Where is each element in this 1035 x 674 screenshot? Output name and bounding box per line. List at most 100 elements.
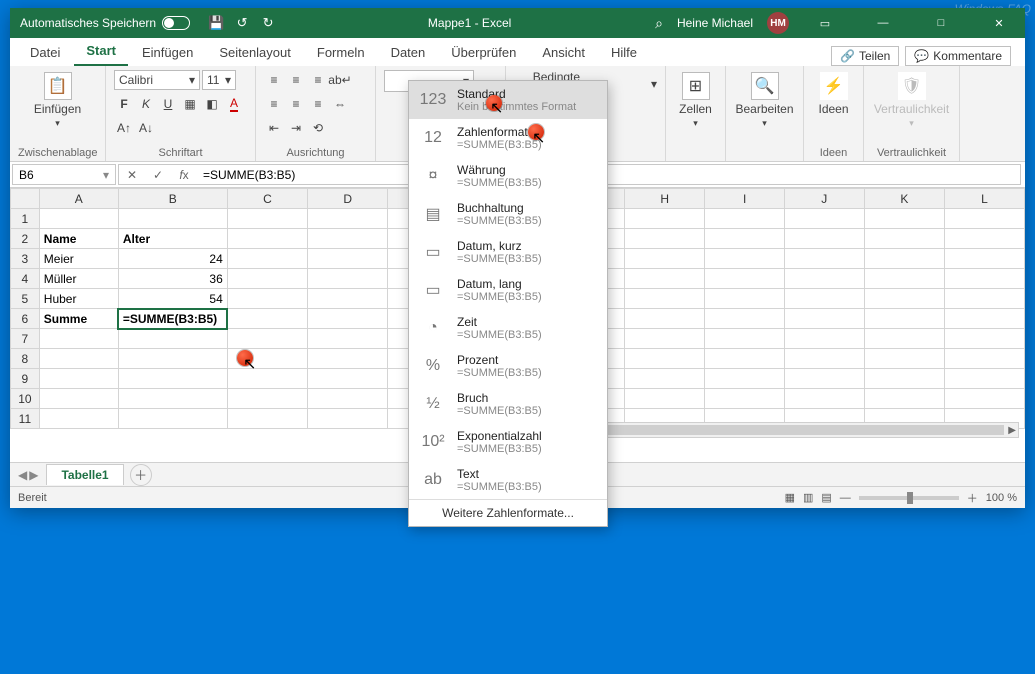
- autosave-toggle[interactable]: Automatisches Speichern: [10, 16, 200, 30]
- column-header[interactable]: K: [864, 189, 944, 209]
- zoom-in-button[interactable]: ＋: [967, 490, 978, 506]
- column-header[interactable]: L: [944, 189, 1024, 209]
- underline-button[interactable]: U: [158, 94, 178, 114]
- cell[interactable]: [625, 249, 705, 269]
- number-format-option[interactable]: ▭ Datum, kurz =SUMME(B3:B5): [409, 233, 607, 271]
- cell[interactable]: [864, 209, 944, 229]
- scroll-right-icon[interactable]: ▶: [1008, 425, 1016, 436]
- cell[interactable]: [118, 389, 227, 409]
- fill-color-button[interactable]: ◧: [202, 94, 222, 114]
- cell[interactable]: [308, 389, 388, 409]
- tab-view[interactable]: Ansicht: [530, 40, 597, 66]
- sheet-nav-next-icon[interactable]: ▶: [29, 468, 38, 482]
- border-button[interactable]: ▦: [180, 94, 200, 114]
- tab-formulas[interactable]: Formeln: [305, 40, 377, 66]
- increase-font-button[interactable]: A↑: [114, 118, 134, 138]
- cell[interactable]: [227, 409, 307, 429]
- cell[interactable]: [308, 289, 388, 309]
- cell[interactable]: Summe: [39, 309, 118, 329]
- cell[interactable]: [308, 209, 388, 229]
- cell[interactable]: [705, 229, 784, 249]
- bold-button[interactable]: F: [114, 94, 134, 114]
- cell[interactable]: [784, 289, 864, 309]
- align-center-button[interactable]: ≡: [286, 94, 306, 114]
- cell[interactable]: [784, 309, 864, 329]
- cell[interactable]: [118, 409, 227, 429]
- cell[interactable]: [864, 229, 944, 249]
- cell[interactable]: [864, 369, 944, 389]
- cell[interactable]: [944, 309, 1024, 329]
- cell[interactable]: [784, 329, 864, 349]
- editing-button[interactable]: 🔍 Bearbeiten▾: [734, 70, 795, 131]
- number-format-option[interactable]: % Prozent =SUMME(B3:B5): [409, 347, 607, 385]
- cell[interactable]: [705, 329, 784, 349]
- tab-file[interactable]: Datei: [18, 40, 72, 66]
- merge-button[interactable]: ⇔: [330, 94, 350, 114]
- number-format-option[interactable]: ¤ Währung =SUMME(B3:B5): [409, 157, 607, 195]
- redo-icon[interactable]: ↻: [260, 15, 276, 31]
- cell[interactable]: [944, 349, 1024, 369]
- close-button[interactable]: ✕: [977, 8, 1021, 38]
- cell[interactable]: [625, 289, 705, 309]
- column-header[interactable]: C: [227, 189, 307, 209]
- cell[interactable]: [864, 389, 944, 409]
- cell[interactable]: [864, 289, 944, 309]
- cell[interactable]: [864, 249, 944, 269]
- row-header[interactable]: 9: [11, 369, 40, 389]
- page-layout-view-icon[interactable]: ▥: [803, 491, 813, 504]
- comments-button[interactable]: 💬Kommentare: [905, 46, 1011, 66]
- cell[interactable]: 54: [118, 289, 227, 309]
- cell[interactable]: [39, 369, 118, 389]
- cells-button[interactable]: ⊞ Zellen▾: [674, 70, 717, 131]
- cell[interactable]: [39, 329, 118, 349]
- cell[interactable]: [308, 369, 388, 389]
- add-sheet-button[interactable]: ＋: [130, 464, 152, 486]
- cell[interactable]: [625, 369, 705, 389]
- cell[interactable]: [784, 369, 864, 389]
- cell[interactable]: [705, 309, 784, 329]
- tab-insert[interactable]: Einfügen: [130, 40, 205, 66]
- cell[interactable]: [308, 269, 388, 289]
- sheet-nav-prev-icon[interactable]: ◀: [18, 468, 27, 482]
- zoom-slider[interactable]: [859, 496, 959, 500]
- column-header[interactable]: J: [784, 189, 864, 209]
- row-header[interactable]: 2: [11, 229, 40, 249]
- ribbon-display-icon[interactable]: ▭: [803, 8, 847, 38]
- cell[interactable]: [864, 309, 944, 329]
- cell[interactable]: [705, 389, 784, 409]
- cell[interactable]: Alter: [118, 229, 227, 249]
- number-format-option[interactable]: 12 Zahlenformat =SUMME(B3:B5): [409, 119, 607, 157]
- sheet-tab[interactable]: Tabelle1: [46, 464, 123, 485]
- align-bottom-button[interactable]: ≡: [308, 70, 328, 90]
- cell[interactable]: [39, 209, 118, 229]
- cell[interactable]: 36: [118, 269, 227, 289]
- cell[interactable]: [625, 209, 705, 229]
- orientation-button[interactable]: ⟲: [308, 118, 328, 138]
- cell[interactable]: [227, 249, 307, 269]
- cell[interactable]: [625, 389, 705, 409]
- indent-decrease-button[interactable]: ⇤: [264, 118, 284, 138]
- cell[interactable]: [864, 269, 944, 289]
- cell[interactable]: [784, 389, 864, 409]
- minimize-button[interactable]: —: [861, 8, 905, 38]
- cell[interactable]: [944, 289, 1024, 309]
- cell[interactable]: [227, 269, 307, 289]
- cell[interactable]: [625, 349, 705, 369]
- share-button[interactable]: 🔗Teilen: [831, 46, 899, 66]
- formula-input[interactable]: =SUMME(B3:B5): [197, 168, 1020, 182]
- cell[interactable]: [227, 289, 307, 309]
- number-format-option[interactable]: 123 Standard Kein bestimmtes Format: [409, 81, 607, 119]
- cell[interactable]: [625, 269, 705, 289]
- cell[interactable]: [625, 309, 705, 329]
- user-avatar[interactable]: HM: [767, 12, 789, 34]
- ideas-button[interactable]: ⚡ Ideen: [812, 70, 855, 118]
- number-format-option[interactable]: ½ Bruch =SUMME(B3:B5): [409, 385, 607, 423]
- cell[interactable]: [944, 269, 1024, 289]
- tab-pagelayout[interactable]: Seitenlayout: [207, 40, 303, 66]
- column-header[interactable]: H: [625, 189, 705, 209]
- save-icon[interactable]: 💾: [208, 15, 224, 31]
- align-left-button[interactable]: ≡: [264, 94, 284, 114]
- font-name-combo[interactable]: Calibri▾: [114, 70, 200, 90]
- zoom-out-button[interactable]: —: [840, 492, 851, 504]
- cell[interactable]: Meier: [39, 249, 118, 269]
